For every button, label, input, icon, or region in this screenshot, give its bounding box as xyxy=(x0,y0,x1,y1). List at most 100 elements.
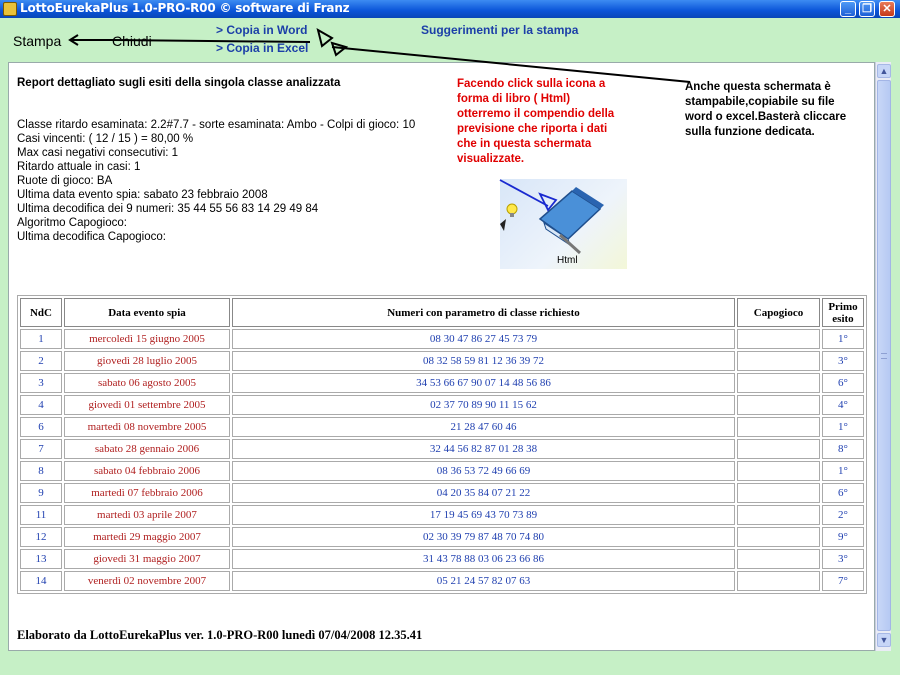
cell-date: sabato 04 febbraio 2006 xyxy=(64,461,230,481)
table-row: 7 sabato 28 gennaio 2006 32 44 56 82 87 01… xyxy=(20,439,864,459)
cell-ndc: 9 xyxy=(20,483,62,503)
scroll-thumb[interactable] xyxy=(877,80,891,631)
cell-first-outcome: 6° xyxy=(822,373,864,393)
copy-to-excel-link[interactable]: > Copia in Excel xyxy=(216,41,308,55)
cell-date: martedì 03 aprile 2007 xyxy=(64,505,230,525)
table-row: 3 sabato 06 agosto 2005 34 53 66 67 90 07 … xyxy=(20,373,864,393)
cell-ndc: 8 xyxy=(20,461,62,481)
cell-numbers: 21 28 47 60 46 xyxy=(232,417,735,437)
cell-date: martedì 07 febbraio 2006 xyxy=(64,483,230,503)
cell-ndc: 6 xyxy=(20,417,62,437)
grip-icon xyxy=(881,353,887,359)
cell-first-outcome: 9° xyxy=(822,527,864,547)
cell-ndc: 13 xyxy=(20,549,62,569)
minimize-button[interactable]: _ xyxy=(840,1,856,17)
column-header-first-outcome: Primo esito xyxy=(822,298,864,327)
cell-numbers: 02 30 39 79 87 48 70 74 80 xyxy=(232,527,735,547)
table-row: 9 martedì 07 febbraio 2006 04 20 35 84 07 … xyxy=(20,483,864,503)
cell-capogioco xyxy=(737,527,820,547)
cell-ndc: 11 xyxy=(20,505,62,525)
cell-date: giovedì 28 luglio 2005 xyxy=(64,351,230,371)
table-row: 11 martedì 03 aprile 2007 17 19 45 69 43 7… xyxy=(20,505,864,525)
cell-numbers: 08 32 58 59 81 12 36 39 72 xyxy=(232,351,735,371)
cell-first-outcome: 6° xyxy=(822,483,864,503)
report-info-line: Classe ritardo esaminata: 2.2#7.7 - sort… xyxy=(17,119,416,131)
table-row: 1 mercoledì 15 giugno 2005 08 30 47 86 27 … xyxy=(20,329,864,349)
cell-date: sabato 28 gennaio 2006 xyxy=(64,439,230,459)
vertical-scrollbar[interactable]: ▲ ▼ xyxy=(875,62,891,651)
annotation-print-note: Anche questa schermata è stampabile,copi… xyxy=(685,81,847,138)
cell-date: giovedì 31 maggio 2007 xyxy=(64,549,230,569)
report-info-line: Ultima decodifica dei 9 numeri: 35 44 55… xyxy=(17,203,319,215)
cell-first-outcome: 2° xyxy=(822,505,864,525)
print-button[interactable]: Stampa xyxy=(13,33,61,49)
table-row: 2 giovedì 28 luglio 2005 08 32 58 59 81 12… xyxy=(20,351,864,371)
report-info-line: Ultima data evento spia: sabato 23 febbr… xyxy=(17,189,268,201)
close-window-button[interactable]: ✕ xyxy=(879,1,895,17)
cell-date: martedì 29 maggio 2007 xyxy=(64,527,230,547)
results-table: NdC Data evento spia Numeri con parametr… xyxy=(17,295,867,594)
report-info-line: Ruote di gioco: BA xyxy=(17,175,113,187)
column-header-ndc: NdC xyxy=(20,298,62,327)
cell-ndc: 14 xyxy=(20,571,62,591)
report-title: Report dettagliato sugli esiti della sin… xyxy=(17,77,341,89)
maximize-button[interactable]: ❐ xyxy=(859,1,875,17)
table-row: 13 giovedì 31 maggio 2007 31 43 78 88 03 0… xyxy=(20,549,864,569)
footer-credits: Elaborato da LottoEurekaPlus ver. 1.0-PR… xyxy=(17,628,423,642)
report-info-line: Ritardo attuale in casi: 1 xyxy=(17,161,141,173)
cell-numbers: 02 37 70 89 90 11 15 62 xyxy=(232,395,735,415)
cell-ndc: 7 xyxy=(20,439,62,459)
cell-capogioco xyxy=(737,395,820,415)
report-info-line: Max casi negativi consecutivi: 1 xyxy=(17,147,179,159)
cell-first-outcome: 8° xyxy=(822,439,864,459)
cell-first-outcome: 3° xyxy=(822,549,864,569)
cell-capogioco xyxy=(737,329,820,349)
html-icon-label: Html xyxy=(557,255,578,266)
cell-ndc: 3 xyxy=(20,373,62,393)
cell-capogioco xyxy=(737,483,820,503)
cell-first-outcome: 1° xyxy=(822,329,864,349)
cell-ndc: 2 xyxy=(20,351,62,371)
cell-numbers: 34 53 66 67 90 07 14 48 56 86 xyxy=(232,373,735,393)
cell-capogioco xyxy=(737,571,820,591)
cell-numbers: 04 20 35 84 07 21 22 xyxy=(232,483,735,503)
cell-ndc: 4 xyxy=(20,395,62,415)
cell-numbers: 08 30 47 86 27 45 73 79 xyxy=(232,329,735,349)
table-row: 4 giovedì 01 settembre 2005 02 37 70 89 90… xyxy=(20,395,864,415)
cell-numbers: 31 43 78 88 03 06 23 66 86 xyxy=(232,549,735,569)
table-row: 12 martedì 29 maggio 2007 02 30 39 79 87 4… xyxy=(20,527,864,547)
report-info-line: Ultima decodifica Capogioco: xyxy=(17,231,166,243)
report-info-line: Algoritmo Capogioco: xyxy=(17,217,127,229)
cell-ndc: 12 xyxy=(20,527,62,547)
cell-date: giovedì 01 settembre 2005 xyxy=(64,395,230,415)
print-tips-link[interactable]: Suggerimenti per la stampa xyxy=(421,23,578,37)
cell-first-outcome: 3° xyxy=(822,351,864,371)
annotation-html-note: Facendo click sulla icona a forma di lib… xyxy=(457,78,615,165)
scroll-up-button[interactable]: ▲ xyxy=(877,64,891,78)
cell-first-outcome: 1° xyxy=(822,417,864,437)
close-button[interactable]: Chiudi xyxy=(112,33,152,49)
cell-first-outcome: 4° xyxy=(822,395,864,415)
column-header-numbers: Numeri con parametro di classe richiesto xyxy=(232,298,735,327)
cell-first-outcome: 1° xyxy=(822,461,864,481)
table-header-row: NdC Data evento spia Numeri con parametr… xyxy=(20,298,864,327)
cell-ndc: 1 xyxy=(20,329,62,349)
cell-date: sabato 06 agosto 2005 xyxy=(64,373,230,393)
column-header-capogioco: Capogioco xyxy=(737,298,820,327)
scroll-down-button[interactable]: ▼ xyxy=(877,633,891,647)
cell-numbers: 05 21 24 57 82 07 63 xyxy=(232,571,735,591)
cell-capogioco xyxy=(737,439,820,459)
html-report-button[interactable]: Html xyxy=(500,179,627,269)
table-row: 14 venerdì 02 novembre 2007 05 21 24 57 82… xyxy=(20,571,864,591)
table-row: 6 martedì 08 novembre 2005 21 28 47 60 46 1… xyxy=(20,417,864,437)
title-bar: LottoEurekaPlus 1.0-PRO-R00 © software d… xyxy=(0,0,900,18)
table-row: 8 sabato 04 febbraio 2006 08 36 53 72 49 6… xyxy=(20,461,864,481)
cell-capogioco xyxy=(737,417,820,437)
cell-first-outcome: 7° xyxy=(822,571,864,591)
cell-capogioco xyxy=(737,461,820,481)
cell-numbers: 32 44 56 82 87 01 28 38 xyxy=(232,439,735,459)
cell-capogioco xyxy=(737,373,820,393)
report-info-line: Casi vincenti: ( 12 / 15 ) = 80,00 % xyxy=(17,133,194,145)
copy-to-word-link[interactable]: > Copia in Word xyxy=(216,23,307,37)
cell-capogioco xyxy=(737,549,820,569)
